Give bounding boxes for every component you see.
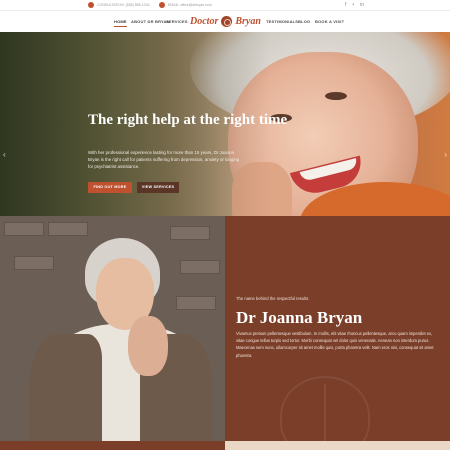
linkedin-icon[interactable]: in (360, 2, 364, 8)
next-section-strip (0, 441, 450, 450)
facebook-icon[interactable]: f (345, 2, 346, 8)
mail-icon (159, 2, 165, 8)
view-services-button[interactable]: VIEW SERVICES (137, 182, 179, 193)
chevron-left-icon[interactable]: ‹ (3, 150, 6, 159)
nav-about[interactable]: ABOUT DR BRYAN (131, 19, 170, 24)
portrait-arm (128, 316, 168, 376)
phone-text: CONSULTATION: (555) 555-1234 (97, 3, 150, 7)
portrait-vest (30, 334, 102, 441)
doctor-name-heading: Dr Joanna Bryan (236, 308, 363, 327)
hero-description: With her professional experience lasting… (88, 150, 240, 170)
site-logo[interactable]: Doctor Bryan (190, 16, 261, 27)
about-kicker: The name behind the respectful results (236, 296, 309, 301)
brain-icon (280, 376, 370, 441)
find-out-more-button[interactable]: FIND OUT MORE (88, 182, 132, 193)
social-links: f • in (345, 2, 364, 8)
nav-testimonials[interactable]: TESTIMONIALS (266, 19, 298, 24)
phone-contact[interactable]: CONSULTATION: (555) 555-1234 (88, 2, 150, 8)
doctor-portrait-image (0, 216, 225, 441)
logo-mark-icon (221, 16, 233, 27)
about-body-text: Vivamus pretium pellentesque vestibulum.… (236, 331, 434, 358)
logo-text-left: Doctor (190, 16, 219, 27)
email-text: EMAIL: office@drbryan.com (168, 3, 212, 7)
email-contact[interactable]: EMAIL: office@drbryan.com (159, 2, 212, 8)
nav-services[interactable]: SERVICES (166, 19, 188, 24)
about-section: The name behind the respectful results D… (225, 216, 450, 441)
main-navigation: HOME ABOUT DR BRYAN SERVICES Doctor Brya… (0, 11, 450, 32)
nav-blog[interactable]: BLOG (298, 19, 310, 24)
social-icon[interactable]: • (352, 2, 354, 8)
logo-text-right: Bryan (235, 16, 261, 27)
nav-book-visit[interactable]: BOOK A VISIT (315, 19, 344, 24)
chevron-right-icon[interactable]: › (444, 150, 447, 159)
phone-icon (88, 2, 94, 8)
top-bar: CONSULTATION: (555) 555-1234 EMAIL: offi… (0, 0, 450, 11)
nav-home[interactable]: HOME (114, 19, 127, 27)
hero-headline: The right help at the right time (88, 112, 288, 128)
hero-banner: The right help at the right time With he… (0, 32, 450, 216)
